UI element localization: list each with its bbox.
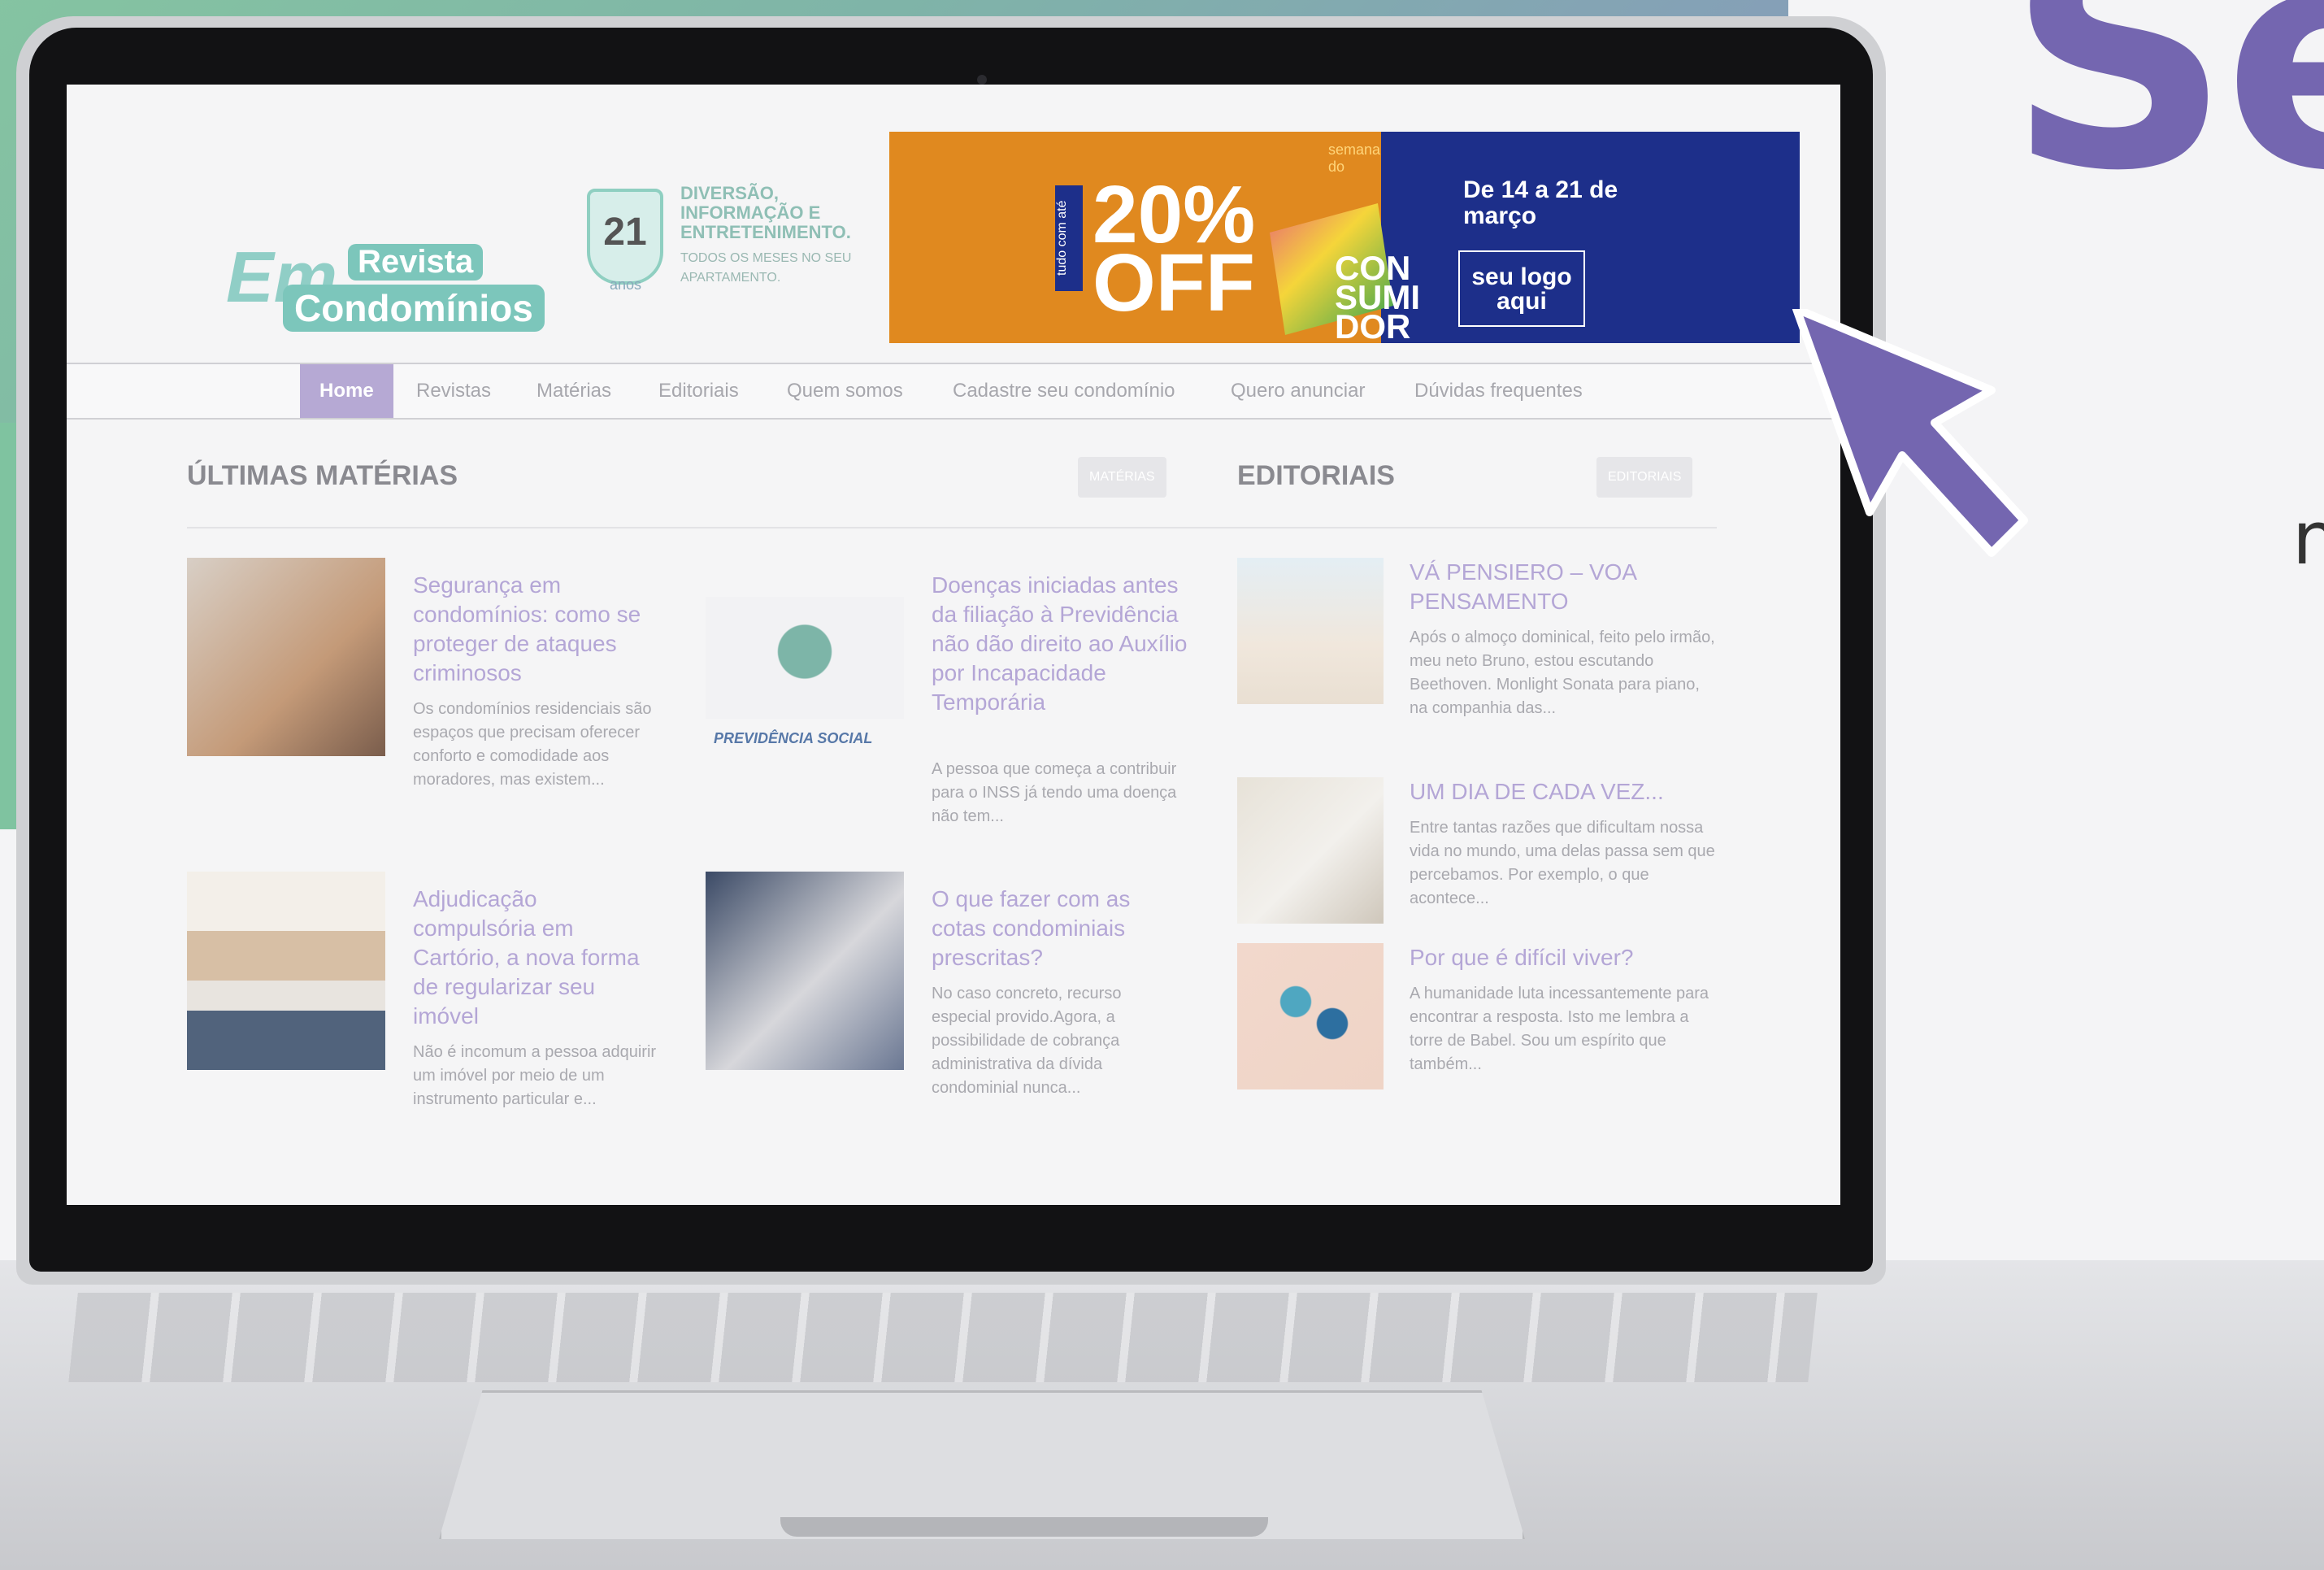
latest-divider — [187, 527, 1271, 528]
banner-logo-placeholder: seu logo aqui — [1458, 250, 1585, 327]
article-excerpt: No caso concreto, recurso especial provi… — [932, 985, 1122, 1097]
editorial-title[interactable]: Por que é difícil viver? — [1410, 943, 1710, 972]
banner-percent: 20% OFF — [1092, 174, 1255, 324]
article-title[interactable]: Doenças iniciadas antes da filiação à Pr… — [932, 571, 1200, 717]
editorial-excerpt: A humanidade luta incessantemente para e… — [1410, 985, 1709, 1073]
banner-date: De 14 a 21 de março — [1463, 176, 1618, 229]
banner-semana: semana do — [1328, 141, 1381, 175]
article-excerpt: A pessoa que começa a contribuir para o … — [932, 760, 1177, 825]
editorial-title[interactable]: VÁ PENSIERO – VOA PENSAMENTO — [1410, 558, 1710, 616]
editorials-divider — [1237, 527, 1717, 528]
latest-title: ÚLTIMAS MATÉRIAS — [187, 460, 458, 491]
logo-revista: Revista — [348, 244, 484, 281]
nav-quem-somos[interactable]: Quem somos — [787, 364, 903, 418]
editorial-title[interactable]: UM DIA DE CADA VEZ... — [1410, 777, 1710, 807]
ad-banner[interactable]: tudo com até 20% OFF semana do De 14 a 2… — [889, 132, 1800, 343]
hero-partial-word: Se — [2008, 0, 2324, 238]
logo-condominios: Condomínios — [283, 285, 545, 332]
nav-revistas[interactable]: Revistas — [416, 364, 491, 418]
article-excerpt: Os condomínios residenciais são espaços … — [413, 700, 652, 789]
nav-materias[interactable]: Matérias — [536, 364, 611, 418]
article-thumbnail[interactable]: PREVIDÊNCIA SOCIAL — [706, 597, 904, 746]
nav-quero-anunciar[interactable]: Quero anunciar — [1231, 364, 1365, 418]
article-thumbnail[interactable] — [187, 558, 385, 756]
latest-more-button[interactable]: MATÉRIAS — [1078, 457, 1166, 498]
article-thumbnail[interactable] — [706, 872, 904, 1070]
badge-number: 21 — [603, 211, 647, 254]
laptop-notch — [780, 1517, 1268, 1537]
nav-editoriais[interactable]: Editoriais — [658, 364, 739, 418]
site-tagline: DIVERSÃO, INFORMAÇÃO E ENTRETENIMENTO. T… — [680, 184, 859, 288]
editorial-thumbnail[interactable] — [1237, 777, 1384, 924]
editorials-more-button[interactable]: EDITORIAIS — [1596, 457, 1693, 498]
editorials-title: EDITORIAIS — [1237, 460, 1395, 491]
editorial-thumbnail[interactable] — [1237, 558, 1384, 704]
article-title[interactable]: O que fazer com as cotas condominiais pr… — [932, 885, 1184, 972]
nav-home[interactable]: Home — [300, 364, 393, 418]
site-logo[interactable]: Em Revista Condomínios — [226, 195, 577, 341]
editorial-excerpt: Após o almoço dominical, feito pelo irmã… — [1410, 628, 1715, 717]
editorial-excerpt: Entre tantas razões que dificultam nossa… — [1410, 819, 1715, 907]
laptop-keyboard — [68, 1293, 1818, 1382]
article-excerpt: Não é incomum a pessoa adquirir um imóve… — [413, 1043, 657, 1108]
tagline-line2: TODOS OS MESES NO SEU APARTAMENTO. — [680, 251, 852, 285]
previdencia-logo-text: PREVIDÊNCIA SOCIAL — [714, 730, 873, 746]
banner-consumidor: CON SUMI DOR — [1335, 249, 1420, 344]
laptop-screen: Em Revista Condomínios 21 anos DIVERSÃO,… — [67, 85, 1840, 1205]
hero-side-letter: n — [2292, 496, 2324, 581]
tagline-line1: DIVERSÃO, INFORMAÇÃO E ENTRETENIMENTO. — [680, 183, 851, 242]
badge-unit: anos — [610, 276, 642, 293]
camera-icon — [977, 75, 987, 85]
nav-cadastre[interactable]: Cadastre seu condomínio — [953, 364, 1175, 418]
nav-duvidas[interactable]: Dúvidas frequentes — [1414, 364, 1583, 418]
editorial-thumbnail[interactable] — [1237, 943, 1384, 1089]
banner-tudo: tudo com até — [1055, 185, 1083, 291]
cursor-arrow-icon — [1792, 309, 2028, 557]
anniversary-badge: 21 — [587, 189, 663, 285]
main-nav: Home Revistas Matérias Editoriais Quem s… — [67, 363, 1840, 420]
article-title[interactable]: Segurança em condomínios: como se proteg… — [413, 571, 665, 688]
banner-off: OFF — [1092, 237, 1255, 328]
article-thumbnail[interactable] — [187, 872, 385, 1070]
article-title[interactable]: Adjudicação compulsória em Cartório, a n… — [413, 885, 665, 1031]
